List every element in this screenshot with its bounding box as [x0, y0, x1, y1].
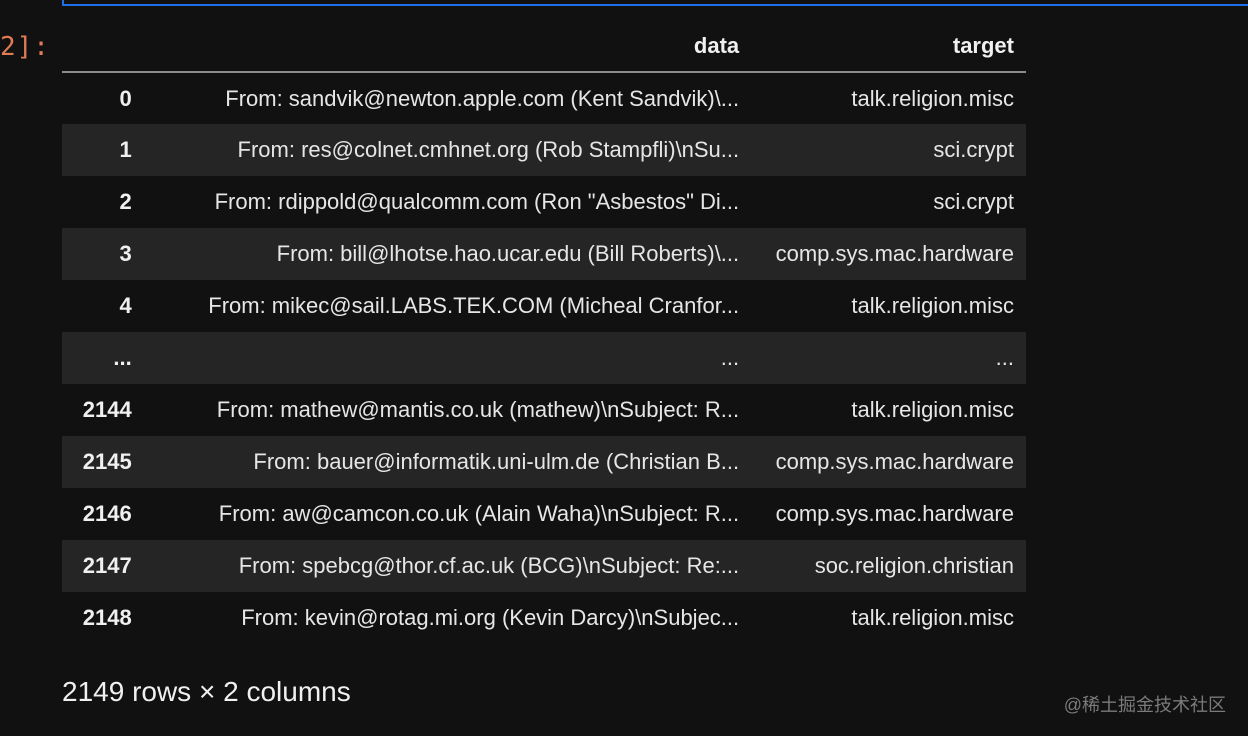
- row-index: 2147: [82, 553, 132, 578]
- target-cell: comp.sys.mac.hardware: [775, 241, 1014, 266]
- target-cell: talk.religion.misc: [851, 605, 1014, 630]
- column-header-target: target: [952, 32, 1014, 58]
- data-cell: From: aw@camcon.co.uk (Alain Waha)\nSubj…: [218, 501, 740, 526]
- ellipsis-row: ... ... ...: [62, 332, 1026, 384]
- row-index: 2146: [82, 501, 132, 526]
- target-cell: comp.sys.mac.hardware: [775, 501, 1014, 526]
- target-cell: sci.crypt: [933, 189, 1014, 214]
- data-cell: From: bill@lhotse.hao.ucar.edu (Bill Rob…: [276, 241, 740, 266]
- table-row: 3 From: bill@lhotse.hao.ucar.edu (Bill R…: [62, 228, 1026, 280]
- row-index: 2145: [82, 449, 132, 474]
- target-cell: comp.sys.mac.hardware: [775, 449, 1014, 474]
- table-row: 2145 From: bauer@informatik.uni-ulm.de (…: [62, 436, 1026, 488]
- target-cell: talk.religion.misc: [851, 293, 1014, 318]
- dataframe-header: data target: [62, 20, 1026, 72]
- header-row: data target: [62, 20, 1026, 72]
- target-cell: ...: [995, 345, 1014, 370]
- table-row: 2146 From: aw@camcon.co.uk (Alain Waha)\…: [62, 488, 1026, 540]
- table-row: 4 From: mikec@sail.LABS.TEK.COM (Micheal…: [62, 280, 1026, 332]
- column-header-data: data: [693, 32, 740, 58]
- dataframe-body: 0 From: sandvik@newton.apple.com (Kent S…: [62, 72, 1026, 644]
- row-index: 0: [119, 85, 132, 111]
- data-cell: From: spebcg@thor.cf.ac.uk (BCG)\nSubjec…: [238, 553, 740, 578]
- data-cell: From: rdippold@qualcomm.com (Ron "Asbest…: [214, 189, 740, 214]
- row-index: ...: [113, 345, 132, 370]
- row-index: 2148: [82, 605, 132, 630]
- table-row: 2 From: rdippold@qualcomm.com (Ron "Asbe…: [62, 176, 1026, 228]
- index-header: [62, 20, 144, 72]
- data-cell: From: bauer@informatik.uni-ulm.de (Chris…: [253, 449, 740, 474]
- data-cell: From: res@colnet.cmhnet.org (Rob Stampfl…: [237, 137, 740, 162]
- data-cell: From: mathew@mantis.co.uk (mathew)\nSubj…: [216, 397, 740, 422]
- data-cell: From: kevin@rotag.mi.org (Kevin Darcy)\n…: [241, 605, 740, 630]
- target-cell: sci.crypt: [933, 137, 1014, 162]
- table-row: 2148 From: kevin@rotag.mi.org (Kevin Dar…: [62, 592, 1026, 644]
- data-cell: From: mikec@sail.LABS.TEK.COM (Micheal C…: [208, 293, 740, 318]
- row-index: 1: [119, 137, 132, 162]
- target-cell: talk.religion.misc: [851, 85, 1014, 111]
- table-row: 2144 From: mathew@mantis.co.uk (mathew)\…: [62, 384, 1026, 436]
- row-index: 3: [119, 241, 132, 266]
- cell-execution-prompt: 2]:: [0, 32, 50, 62]
- row-index: 4: [119, 293, 132, 318]
- row-index: 2144: [82, 397, 132, 422]
- row-index: 2: [119, 189, 132, 214]
- table-row: 0 From: sandvik@newton.apple.com (Kent S…: [62, 72, 1026, 124]
- watermark: @稀土掘金技术社区: [1063, 695, 1226, 715]
- table-row: 1 From: res@colnet.cmhnet.org (Rob Stamp…: [62, 124, 1026, 176]
- dataframe-shape-summary: 2149 rows × 2 columns: [62, 676, 351, 707]
- data-cell: ...: [720, 345, 740, 370]
- notebook-cell-frame: [62, 0, 1248, 6]
- data-cell: From: sandvik@newton.apple.com (Kent San…: [225, 85, 740, 111]
- target-cell: soc.religion.christian: [814, 553, 1014, 578]
- dataframe-table: data target 0 From: sandvik@newton.apple…: [62, 20, 1026, 644]
- target-cell: talk.religion.misc: [851, 397, 1014, 422]
- table-row: 2147 From: spebcg@thor.cf.ac.uk (BCG)\nS…: [62, 540, 1026, 592]
